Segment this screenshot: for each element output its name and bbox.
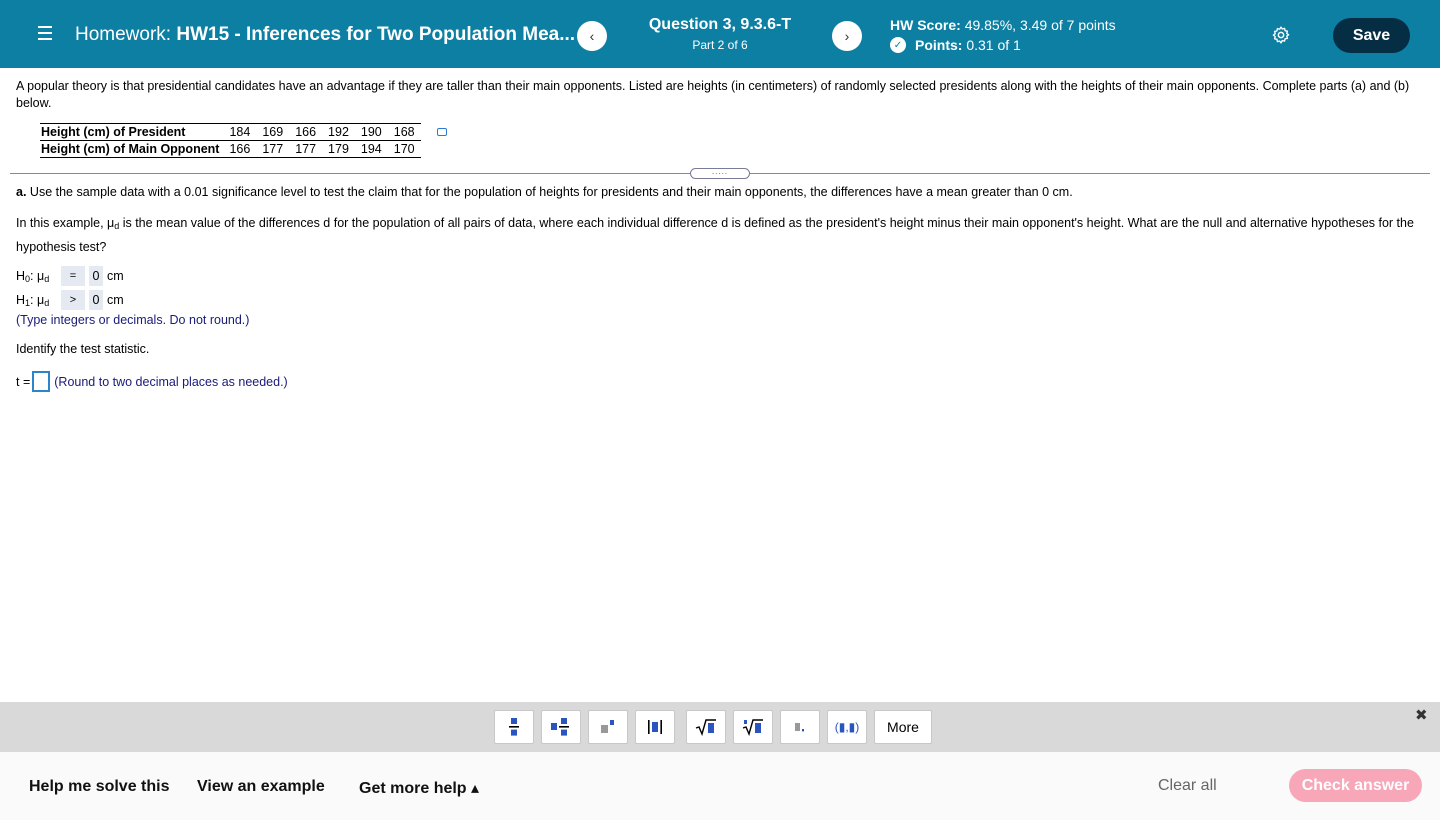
- homework-label: Homework:: [75, 24, 172, 45]
- h1-operator-select[interactable]: >: [61, 290, 85, 310]
- problem-intro: A popular theory is that presidential ca…: [16, 79, 1410, 110]
- previous-question-button[interactable]: ‹: [577, 21, 607, 51]
- explanation-text: In this example, μd is the mean value of…: [16, 213, 1416, 258]
- mixed-number-button[interactable]: [541, 710, 581, 744]
- row-label: Height (cm) of Main Opponent: [40, 140, 224, 158]
- top-bar: Homework: HW15 - Inferences for Two Popu…: [0, 0, 1440, 68]
- table-cell: 166: [289, 123, 323, 141]
- exponent-button[interactable]: [588, 710, 628, 744]
- alternative-hypothesis: H1: μd > 0 cm: [16, 290, 124, 310]
- table-cell: 184: [223, 123, 257, 141]
- h0-unit: cm: [107, 269, 124, 283]
- nth-root-icon: [742, 719, 763, 736]
- decimal-button[interactable]: [780, 710, 820, 744]
- h1-value-field[interactable]: 0: [89, 290, 103, 310]
- table-row: Height (cm) of President 184 169 166 192…: [40, 123, 421, 141]
- fraction-button[interactable]: [494, 710, 534, 744]
- null-hypothesis: H0: μd = 0 cm: [16, 266, 124, 286]
- fraction-icon: [509, 718, 519, 736]
- table-cell: 168: [387, 123, 421, 141]
- points: ✓ Points: 0.31 of 1: [890, 37, 1116, 53]
- help-me-solve-button[interactable]: Help me solve this: [29, 778, 170, 796]
- interval-icon: (▮,▮): [834, 720, 860, 734]
- absolute-value-button[interactable]: [635, 710, 675, 744]
- part-a-label: a.: [16, 185, 27, 199]
- expand-handle[interactable]: .....: [690, 168, 750, 179]
- table-cell: 190: [354, 123, 388, 141]
- nth-root-button[interactable]: [733, 710, 773, 744]
- hypothesis-note: (Type integers or decimals. Do not round…: [16, 313, 250, 327]
- hw-score-value: 49.85%, 3.49 of 7 points: [964, 17, 1116, 33]
- t-statistic-input[interactable]: [32, 371, 51, 392]
- more-tools-button[interactable]: More: [874, 710, 932, 744]
- hw-score: HW Score: 49.85%, 3.49 of 7 points: [890, 17, 1116, 33]
- table-cell: 192: [322, 123, 355, 141]
- problem-statement: A popular theory is that presidential ca…: [16, 78, 1426, 112]
- t-note: (Round to two decimal places as needed.): [54, 374, 288, 389]
- table-cell: 166: [223, 140, 257, 158]
- chevron-left-icon: ‹: [589, 28, 595, 44]
- points-label: Points:: [915, 37, 963, 53]
- absolute-value-icon: [648, 720, 662, 734]
- h0-operator-select[interactable]: =: [61, 266, 85, 286]
- save-button[interactable]: Save: [1333, 18, 1410, 53]
- partial-credit-icon: ✓: [890, 37, 906, 53]
- next-question-button[interactable]: ›: [832, 21, 862, 51]
- table-row: Height (cm) of Main Opponent 166 177 177…: [40, 140, 421, 158]
- gear-icon[interactable]: [1271, 25, 1291, 45]
- table-cell: 194: [354, 140, 388, 158]
- question-info: Question 3, 9.3.6-T Part 2 of 6: [620, 16, 820, 52]
- points-value: 0.31 of 1: [966, 37, 1021, 53]
- table-cell: 179: [322, 140, 355, 158]
- part-a-text: Use the sample data with a 0.01 signific…: [29, 185, 1073, 199]
- homework-name: HW15 - Inferences for Two Population Mea…: [176, 24, 576, 45]
- explain-before: In this example, μ: [16, 216, 115, 230]
- footer-bar: Help me solve this View an example Get m…: [0, 752, 1440, 820]
- table-cell: 169: [256, 123, 290, 141]
- square-root-button[interactable]: [686, 710, 726, 744]
- identify-prompt: Identify the test statistic.: [16, 342, 150, 356]
- menu-icon[interactable]: [38, 26, 52, 40]
- table-cell: 170: [387, 140, 421, 158]
- h0-label: H0: μd: [16, 268, 50, 284]
- heights-table: Height (cm) of President 184 169 166 192…: [40, 123, 421, 158]
- score-info: HW Score: 49.85%, 3.49 of 7 points ✓ Poi…: [890, 17, 1116, 53]
- interval-button[interactable]: (▮,▮): [827, 710, 867, 744]
- exponent-icon: [601, 720, 614, 733]
- test-statistic-row: t = (Round to two decimal places as need…: [16, 371, 288, 392]
- close-toolbar-icon[interactable]: ✖: [1415, 706, 1428, 724]
- table-cell: 177: [289, 140, 323, 158]
- row-label: Height (cm) of President: [40, 123, 224, 141]
- square-root-icon: [695, 719, 716, 736]
- copy-data-icon[interactable]: [437, 128, 447, 136]
- clear-all-button[interactable]: Clear all: [1158, 777, 1217, 795]
- check-answer-button[interactable]: Check answer: [1289, 769, 1422, 802]
- t-label: t =: [16, 374, 31, 389]
- question-title: Question 3, 9.3.6-T: [648, 16, 792, 33]
- table-cell: 177: [256, 140, 290, 158]
- mixed-number-icon: [551, 718, 569, 736]
- part-a-prompt: a. Use the sample data with a 0.01 signi…: [16, 185, 1073, 199]
- get-more-help-button[interactable]: Get more help ▴: [359, 778, 479, 798]
- explain-after: is the mean value of the differences d f…: [16, 216, 1414, 254]
- h1-unit: cm: [107, 293, 124, 307]
- h0-value-field[interactable]: 0: [89, 266, 103, 286]
- question-part: Part 2 of 6: [692, 38, 748, 52]
- chevron-right-icon: ›: [844, 28, 850, 44]
- decimal-icon: [795, 723, 804, 732]
- h1-label: H1: μd: [16, 292, 50, 308]
- view-example-button[interactable]: View an example: [197, 778, 325, 796]
- math-toolbar: (▮,▮) More: [0, 702, 1440, 752]
- hw-score-label: HW Score:: [890, 17, 961, 33]
- homework-title: Homework: HW15 - Inferences for Two Popu…: [75, 24, 575, 46]
